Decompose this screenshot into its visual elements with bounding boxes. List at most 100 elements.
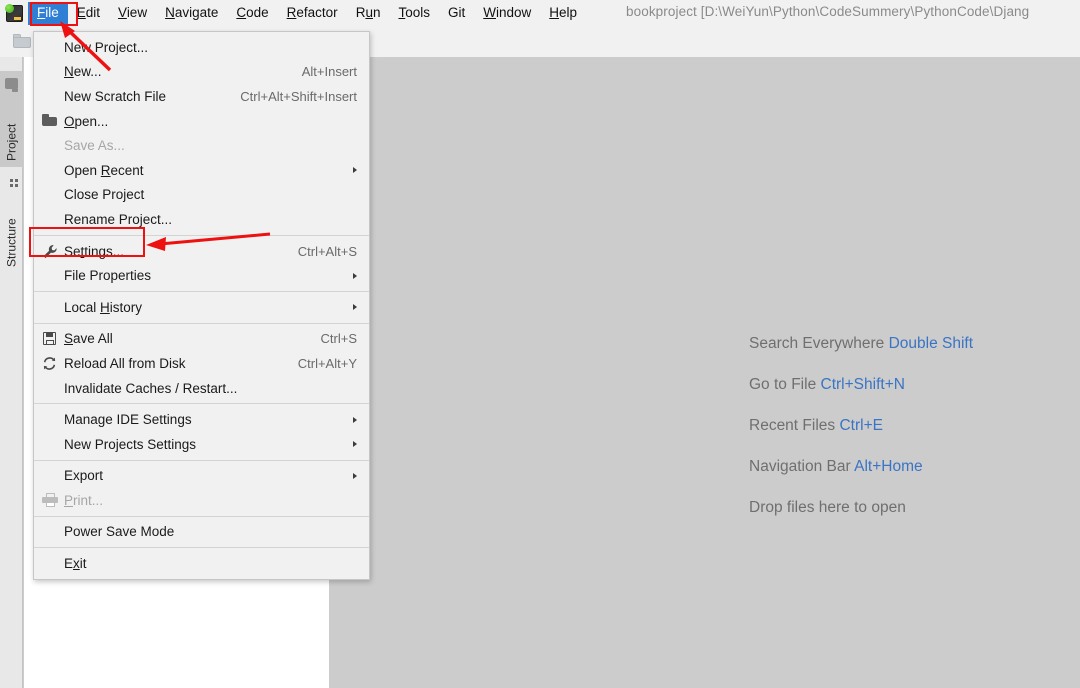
- menu-item-shortcut: Ctrl+Alt+Y: [276, 356, 357, 371]
- editor-hint: Navigation Bar Alt+Home: [749, 458, 973, 476]
- menu-item-shortcut: Ctrl+S: [299, 331, 357, 346]
- tool-window-bar: Project Structure: [0, 57, 23, 688]
- menu-item-export[interactable]: Export: [34, 464, 369, 489]
- folder-icon: [5, 78, 18, 89]
- menubar-item-refactor[interactable]: Refactor: [278, 2, 347, 25]
- pycharm-logo-icon: [6, 5, 23, 22]
- menubar-item-tools[interactable]: Tools: [389, 2, 439, 25]
- sidebar-item-project-label: Project: [5, 124, 19, 161]
- save-icon: [42, 332, 58, 346]
- editor-hint-text: Recent Files: [749, 417, 835, 434]
- window-title: bookproject [D:\WeiYun\Python\CodeSummer…: [626, 4, 1029, 19]
- menu-item-shortcut: Ctrl+Alt+Shift+Insert: [218, 89, 357, 104]
- menu-item-label: Power Save Mode: [64, 524, 174, 539]
- menu-item-label: Export: [64, 468, 103, 483]
- menubar-item-view[interactable]: View: [109, 2, 156, 25]
- menu-item-label: New...: [64, 64, 102, 79]
- editor-hint-shortcut: Alt+Home: [854, 458, 923, 475]
- sidebar-item-structure[interactable]: Structure: [0, 169, 23, 273]
- menu-item-label: New Projects Settings: [64, 437, 196, 452]
- menu-item-label: New Project...: [64, 40, 148, 55]
- editor-hint-shortcut: Double Shift: [889, 335, 973, 352]
- menu-item-label: New Scratch File: [64, 89, 166, 104]
- menubar-item-code[interactable]: Code: [227, 2, 277, 25]
- menu-item-power-save-mode[interactable]: Power Save Mode: [34, 520, 369, 545]
- folder-icon[interactable]: [13, 34, 31, 48]
- menu-item-new-project[interactable]: New Project...: [34, 35, 369, 60]
- menu-item-shortcut: Ctrl+Alt+S: [276, 244, 357, 259]
- menu-item-shortcut: Alt+Insert: [280, 64, 357, 79]
- chevron-right-icon: [353, 167, 357, 173]
- menu-item-settings[interactable]: Settings... Ctrl+Alt+S: [34, 239, 369, 264]
- printer-icon: [42, 493, 58, 507]
- menu-item-label: Save All: [64, 331, 113, 346]
- editor-hint-text: Go to File: [749, 376, 816, 393]
- menubar-item-run[interactable]: Run: [347, 2, 390, 25]
- menu-item-exit[interactable]: Exit: [34, 551, 369, 576]
- menu-item-reload-all-from-disk[interactable]: Reload All from Disk Ctrl+Alt+Y: [34, 351, 369, 376]
- sidebar-item-structure-label: Structure: [5, 218, 19, 267]
- editor-hint-text: Navigation Bar: [749, 458, 851, 475]
- menu-separator: [34, 403, 369, 404]
- editor-hint: Drop files here to open: [749, 499, 973, 517]
- menu-item-label: Manage IDE Settings: [64, 412, 192, 427]
- menu-item-new-scratch-file[interactable]: New Scratch File Ctrl+Alt+Shift+Insert: [34, 84, 369, 109]
- menu-item-close-project[interactable]: Close Project: [34, 183, 369, 208]
- menu-item-local-history[interactable]: Local History: [34, 295, 369, 320]
- chevron-right-icon: [353, 304, 357, 310]
- menu-item-open-recent[interactable]: Open Recent: [34, 158, 369, 183]
- menu-item-file-properties[interactable]: File Properties: [34, 263, 369, 288]
- menu-item-invalidate-caches-restart[interactable]: Invalidate Caches / Restart...: [34, 376, 369, 401]
- menu-item-new-projects-settings[interactable]: New Projects Settings: [34, 432, 369, 457]
- sidebar-item-project[interactable]: Project: [0, 71, 23, 167]
- editor-hints-list: Search Everywhere Double Shift Go to File…: [749, 335, 973, 517]
- menu-item-label: Reload All from Disk: [64, 356, 186, 371]
- menu-item-save-as: Save As...: [34, 133, 369, 158]
- menu-separator: [34, 235, 369, 236]
- chevron-right-icon: [353, 273, 357, 279]
- menubar-item-edit[interactable]: Edit: [68, 2, 109, 25]
- menubar-item-help[interactable]: Help: [540, 2, 586, 25]
- editor-hint-text: Drop files here to open: [749, 499, 906, 516]
- editor-hint-text: Search Everywhere: [749, 335, 884, 352]
- menu-separator: [34, 291, 369, 292]
- menubar-item-window[interactable]: Window: [474, 2, 540, 25]
- menu-item-label: File Properties: [64, 268, 151, 283]
- menu-item-open[interactable]: Open...: [34, 109, 369, 134]
- editor-hint: Recent Files Ctrl+E: [749, 417, 973, 435]
- menu-item-label: Print...: [64, 493, 103, 508]
- menu-item-label: Local History: [64, 300, 142, 315]
- menu-item-rename-project[interactable]: Rename Project...: [34, 207, 369, 232]
- menu-item-label: Open Recent: [64, 163, 144, 178]
- menu-separator: [34, 460, 369, 461]
- menu-separator: [34, 323, 369, 324]
- menu-separator: [34, 516, 369, 517]
- menu-item-label: Close Project: [64, 187, 144, 202]
- wrench-icon: [42, 244, 58, 258]
- menu-item-print: Print...: [34, 488, 369, 513]
- menu-item-label: Settings...: [64, 244, 124, 259]
- chevron-right-icon: [353, 473, 357, 479]
- editor-hint: Go to File Ctrl+Shift+N: [749, 376, 973, 394]
- editor-hint-shortcut: Ctrl+E: [839, 417, 883, 434]
- menubar-item-file[interactable]: File: [28, 2, 68, 25]
- chevron-right-icon: [353, 441, 357, 447]
- menu-item-label: Exit: [64, 556, 87, 571]
- menu-item-label: Open...: [64, 114, 108, 129]
- menubar-item-git[interactable]: Git: [439, 2, 474, 25]
- editor-hint: Search Everywhere Double Shift: [749, 335, 973, 353]
- menu-bar: FileEditViewNavigateCodeRefactorRunTools…: [28, 0, 586, 27]
- menu-item-manage-ide-settings[interactable]: Manage IDE Settings: [34, 407, 369, 432]
- folder-icon: [42, 114, 58, 128]
- menu-item-label: Invalidate Caches / Restart...: [64, 381, 237, 396]
- menu-separator: [34, 547, 369, 548]
- menu-item-new[interactable]: New... Alt+Insert: [34, 60, 369, 85]
- menu-item-label: Rename Project...: [64, 212, 172, 227]
- menu-item-label: Save As...: [64, 138, 125, 153]
- reload-icon: [42, 356, 58, 370]
- editor-hint-shortcut: Ctrl+Shift+N: [821, 376, 905, 393]
- menubar-item-navigate[interactable]: Navigate: [156, 2, 227, 25]
- file-menu-popup[interactable]: New Project... New... Alt+Insert New Scratc…: [33, 31, 370, 580]
- structure-icon: [5, 177, 18, 188]
- menu-item-save-all[interactable]: Save All Ctrl+S: [34, 327, 369, 352]
